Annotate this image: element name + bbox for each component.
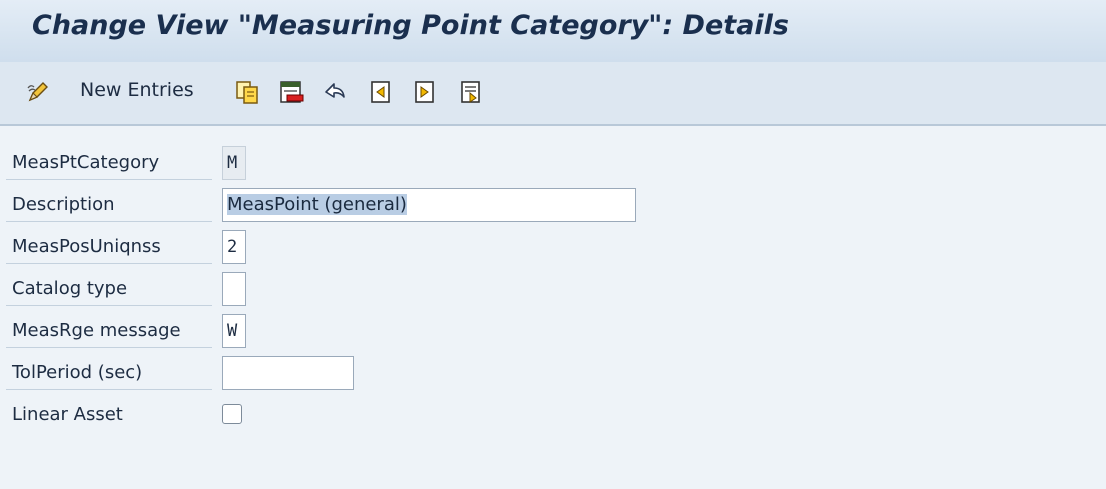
undo-icon[interactable] bbox=[320, 75, 350, 109]
select-entry-icon[interactable] bbox=[456, 75, 486, 109]
linear-asset-checkbox[interactable] bbox=[222, 404, 242, 424]
meas-pos-uniqueness-label: MeasPosUniqnss bbox=[6, 230, 212, 264]
tol-period-label: TolPeriod (sec) bbox=[6, 356, 212, 390]
description-field[interactable]: MeasPoint (general) bbox=[222, 188, 636, 222]
application-toolbar: New Entries bbox=[0, 62, 1106, 126]
meas-pt-category-label: MeasPtCategory bbox=[6, 146, 212, 180]
meas-pt-category-field: M bbox=[222, 146, 246, 180]
page-title: Change View "Measuring Point Category": … bbox=[32, 10, 789, 41]
meas-rge-message-field[interactable]: W bbox=[222, 314, 246, 348]
meas-pos-uniqueness-field[interactable]: 2 bbox=[222, 230, 246, 264]
delete-icon[interactable] bbox=[276, 75, 306, 109]
details-form: MeasPtCategory M Description MeasPoint (… bbox=[0, 126, 1106, 489]
copy-as-icon[interactable] bbox=[232, 75, 262, 109]
previous-entry-icon[interactable] bbox=[366, 75, 396, 109]
new-entries-button[interactable]: New Entries bbox=[80, 79, 194, 101]
edit-pencil-icon[interactable] bbox=[22, 75, 54, 109]
next-entry-icon[interactable] bbox=[410, 75, 440, 109]
description-value: MeasPoint (general) bbox=[227, 194, 407, 215]
catalog-type-field[interactable] bbox=[222, 272, 246, 306]
linear-asset-label: Linear Asset bbox=[6, 398, 212, 432]
tol-period-field[interactable] bbox=[222, 356, 354, 390]
title-bar: Change View "Measuring Point Category": … bbox=[0, 0, 1106, 62]
meas-rge-message-label: MeasRge message bbox=[6, 314, 212, 348]
catalog-type-label: Catalog type bbox=[6, 272, 212, 306]
description-label: Description bbox=[6, 188, 212, 222]
